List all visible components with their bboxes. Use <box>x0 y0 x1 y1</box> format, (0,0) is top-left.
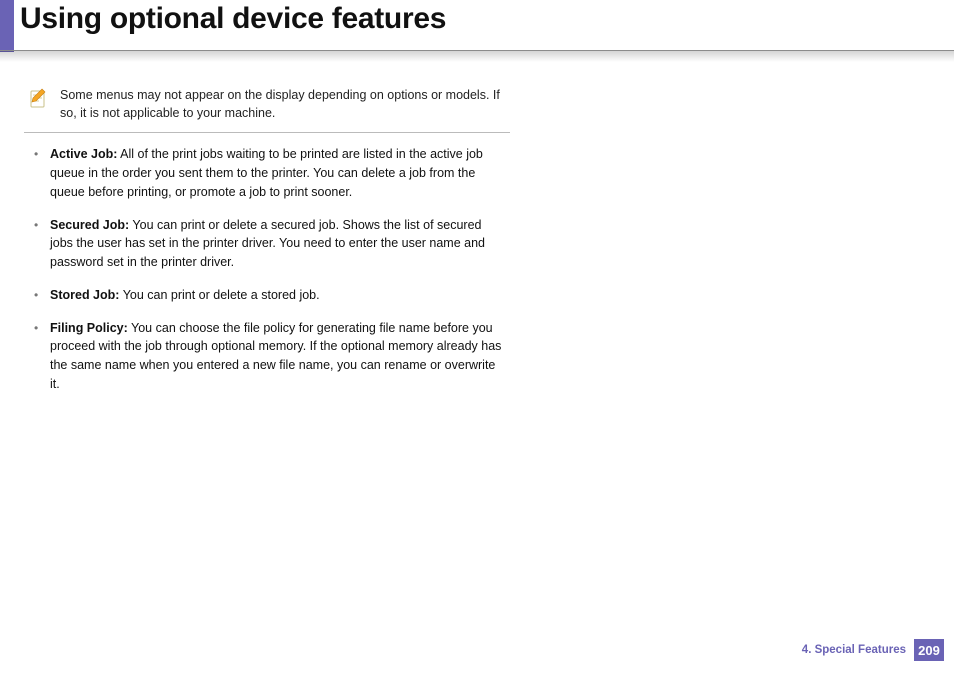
header-shadow <box>0 50 954 62</box>
page-header: Using optional device features <box>0 0 954 64</box>
document-page: Using optional device features Some menu… <box>0 0 954 675</box>
term: Secured Job: <box>50 218 129 232</box>
content-column: Some menus may not appear on the display… <box>0 64 510 394</box>
chapter-label: 4. Special Features <box>802 644 906 656</box>
page-number: 209 <box>914 639 944 661</box>
term: Stored Job: <box>50 288 119 302</box>
page-title: Using optional device features <box>0 0 954 36</box>
page-footer: 4. Special Features 209 <box>802 639 944 661</box>
desc: You can print or delete a stored job. <box>119 288 319 302</box>
list-item: Filing Policy: You can choose the file p… <box>24 319 510 394</box>
list-item: Stored Job: You can print or delete a st… <box>24 286 510 305</box>
bullet-list: Active Job: All of the print jobs waitin… <box>24 145 510 393</box>
note-pencil-icon <box>28 87 50 122</box>
note-callout: Some menus may not appear on the display… <box>24 86 510 133</box>
term: Filing Policy: <box>50 321 128 335</box>
list-item: Active Job: All of the print jobs waitin… <box>24 145 510 201</box>
accent-bar <box>0 0 14 52</box>
list-item: Secured Job: You can print or delete a s… <box>24 216 510 272</box>
term: Active Job: <box>50 147 117 161</box>
note-text: Some menus may not appear on the display… <box>60 86 500 122</box>
